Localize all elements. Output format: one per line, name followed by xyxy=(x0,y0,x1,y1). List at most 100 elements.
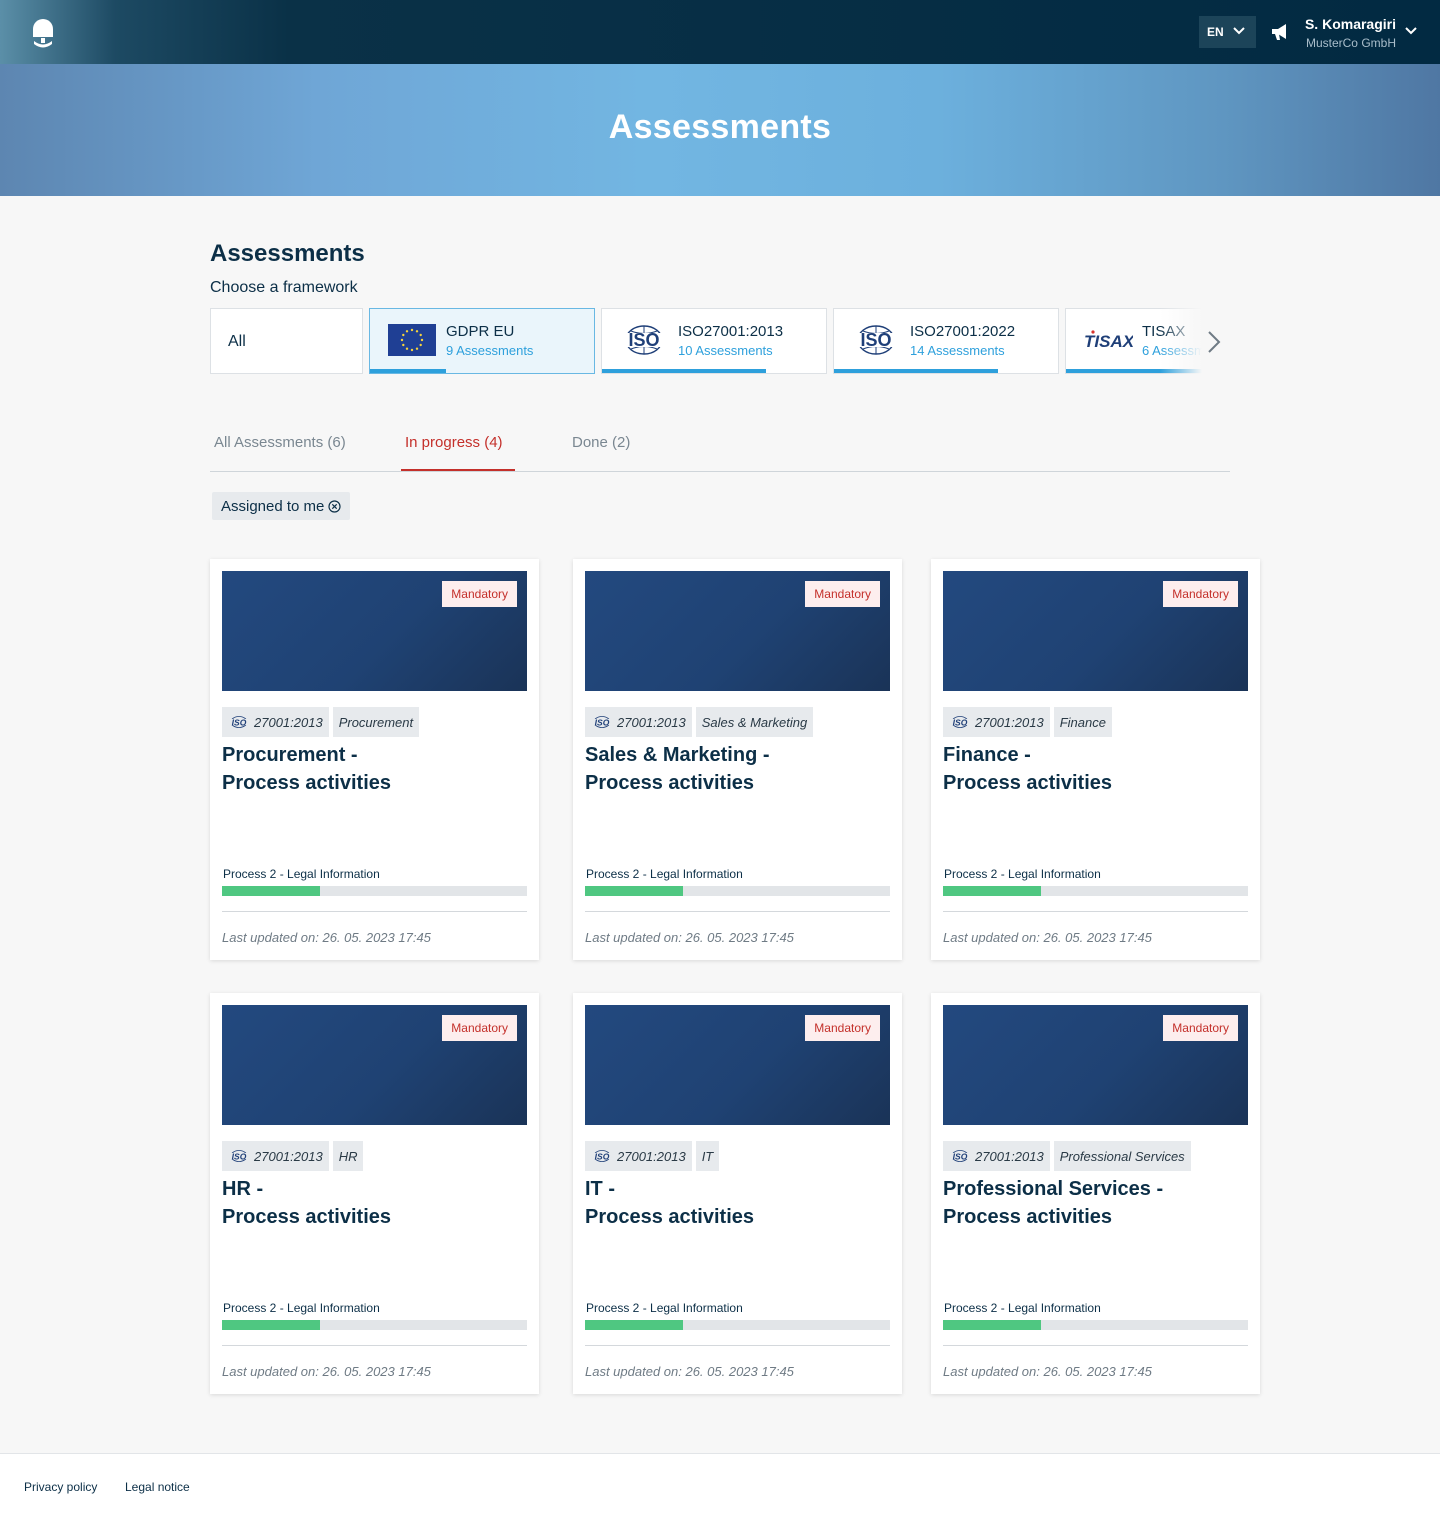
card-title: HR - Process activities xyxy=(222,1175,527,1231)
mandatory-badge: Mandatory xyxy=(1163,1015,1238,1041)
process-label: Process 2 - Legal Information xyxy=(223,1301,380,1315)
assessment-card[interactable]: Mandatory ISO 27001:2013 Sales & Marketi… xyxy=(573,559,902,960)
framework-progress-bar xyxy=(370,369,447,373)
svg-text:ISO: ISO xyxy=(595,1152,610,1162)
user-organization: MusterCo GmbH xyxy=(1305,36,1396,50)
assessment-status-tabs: All Assessments (6) In progress (4) Done… xyxy=(210,420,1230,472)
iso-logo-icon: ISO xyxy=(229,716,249,728)
progress-bar xyxy=(943,886,1248,896)
framework-all[interactable]: All xyxy=(210,308,363,374)
department-tag: Professional Services xyxy=(1053,1141,1191,1171)
language-select[interactable]: EN xyxy=(1199,16,1256,48)
section-title: Assessments xyxy=(210,240,365,267)
framework-tag: ISO 27001:2013 xyxy=(222,707,329,737)
card-title-line1: Finance - xyxy=(943,744,1031,766)
progress-bar-fill xyxy=(222,1320,320,1330)
svg-text:ISO: ISO xyxy=(953,1152,968,1162)
iso-logo-icon: ISO xyxy=(950,716,970,728)
progress-bar xyxy=(222,1320,527,1330)
svg-text:ISO: ISO xyxy=(953,718,968,728)
card-title-line1: HR - xyxy=(222,1178,264,1200)
card-divider xyxy=(943,911,1248,912)
top-navigation-bar: EN S. Komaragiri MusterCo GmbH xyxy=(0,0,1440,64)
card-tags: ISO 27001:2013 IT xyxy=(585,1141,720,1171)
mandatory-badge: Mandatory xyxy=(805,581,880,607)
card-title-line2: Process activities xyxy=(222,772,391,794)
language-label: EN xyxy=(1207,25,1224,39)
svg-text:ISO: ISO xyxy=(232,1152,247,1162)
assessment-card[interactable]: Mandatory ISO 27001:2013 HR HR - Process… xyxy=(210,993,539,1394)
assessment-card[interactable]: Mandatory ISO 27001:2013 IT IT - Process… xyxy=(573,993,902,1394)
last-updated: Last updated on: 26. 05. 2023 17:45 xyxy=(222,1364,431,1379)
legal-notice-link[interactable]: Legal notice xyxy=(125,1480,190,1494)
framework-name: ISO27001:2013 xyxy=(678,323,784,340)
filter-chip-label: Assigned to me xyxy=(221,497,325,515)
card-divider xyxy=(222,911,527,912)
close-circle-icon[interactable] xyxy=(328,499,341,513)
card-title-line1: Sales & Marketing - xyxy=(585,744,770,766)
chevron-right-icon[interactable] xyxy=(1204,329,1224,355)
last-updated: Last updated on: 26. 05. 2023 17:45 xyxy=(585,1364,794,1379)
tab-all-assessments[interactable]: All Assessments (6) xyxy=(214,434,346,451)
app-logo-icon[interactable] xyxy=(30,16,56,50)
framework-gdpr-eu[interactable]: GDPR EU 9 Assessments xyxy=(369,308,595,374)
chevron-down-icon xyxy=(1233,27,1245,35)
assessment-card[interactable]: Mandatory ISO 27001:2013 Professional Se… xyxy=(931,993,1260,1394)
card-tags: ISO 27001:2013 Finance xyxy=(943,707,1112,737)
filter-chip-assigned-to-me[interactable]: Assigned to me xyxy=(212,492,351,520)
card-tags: ISO 27001:2013 HR xyxy=(222,1141,364,1171)
megaphone-icon[interactable] xyxy=(1270,22,1290,42)
active-tab-indicator xyxy=(401,469,515,471)
framework-iso27001-2013[interactable]: ISO ISO27001:2013 10 Assessments xyxy=(601,308,827,374)
card-title-line2: Process activities xyxy=(943,1206,1112,1228)
svg-text:ISO: ISO xyxy=(628,330,659,350)
card-divider xyxy=(943,1345,1248,1346)
iso-logo-icon: ISO xyxy=(229,1150,249,1162)
card-divider xyxy=(585,1345,890,1346)
framework-tag: ISO 27001:2013 xyxy=(222,1141,329,1171)
process-label: Process 2 - Legal Information xyxy=(223,867,380,881)
user-menu[interactable]: S. Komaragiri MusterCo GmbH xyxy=(1300,14,1420,54)
privacy-policy-link[interactable]: Privacy policy xyxy=(24,1480,97,1494)
framework-tag: ISO 27001:2013 xyxy=(585,1141,692,1171)
framework-tag-label: 27001:2013 xyxy=(254,714,323,730)
svg-text:ISO: ISO xyxy=(595,718,610,728)
progress-bar-fill xyxy=(943,1320,1041,1330)
card-cover-image: Mandatory xyxy=(222,571,527,691)
progress-bar-fill xyxy=(222,886,320,896)
svg-text:ISO: ISO xyxy=(232,718,247,728)
card-title: IT - Process activities xyxy=(585,1175,890,1231)
mandatory-badge: Mandatory xyxy=(442,581,517,607)
framework-tag: ISO 27001:2013 xyxy=(585,707,692,737)
framework-name: ISO27001:2022 xyxy=(910,323,1016,340)
process-label: Process 2 - Legal Information xyxy=(586,867,743,881)
process-label: Process 2 - Legal Information xyxy=(944,1301,1101,1315)
card-title-line2: Process activities xyxy=(585,772,754,794)
framework-count: 10 Assessments xyxy=(678,343,773,358)
last-updated: Last updated on: 26. 05. 2023 17:45 xyxy=(943,930,1152,945)
mandatory-badge: Mandatory xyxy=(442,1015,517,1041)
svg-text:ISO: ISO xyxy=(860,330,891,350)
card-title-line2: Process activities xyxy=(943,772,1112,794)
card-title: Finance - Process activities xyxy=(943,741,1248,797)
card-tags: ISO 27001:2013 Sales & Marketing xyxy=(585,707,814,737)
framework-iso27001-2022[interactable]: ISO ISO27001:2022 14 Assessments xyxy=(833,308,1059,374)
card-title: Procurement - Process activities xyxy=(222,741,527,797)
card-tags: ISO 27001:2013 Professional Services xyxy=(943,1141,1191,1171)
mandatory-badge: Mandatory xyxy=(1163,581,1238,607)
card-cover-image: Mandatory xyxy=(943,1005,1248,1125)
tab-done[interactable]: Done (2) xyxy=(572,434,630,451)
framework-tag-label: 27001:2013 xyxy=(254,1148,323,1164)
tab-in-progress[interactable]: In progress (4) xyxy=(405,434,503,451)
mandatory-badge: Mandatory xyxy=(805,1015,880,1041)
card-tags: ISO 27001:2013 Procurement xyxy=(222,707,420,737)
iso-logo-icon: ISO xyxy=(592,1150,612,1162)
assessment-card[interactable]: Mandatory ISO 27001:2013 Finance Finance… xyxy=(931,559,1260,960)
framework-tag-label: 27001:2013 xyxy=(975,714,1044,730)
assessment-card[interactable]: Mandatory ISO 27001:2013 Procurement Pro… xyxy=(210,559,539,960)
department-tag: Sales & Marketing xyxy=(695,707,814,737)
card-divider xyxy=(222,1345,527,1346)
progress-bar-fill xyxy=(943,886,1041,896)
hero-banner: Assessments xyxy=(0,64,1440,196)
svg-text:TISAX: TISAX xyxy=(1084,332,1133,351)
